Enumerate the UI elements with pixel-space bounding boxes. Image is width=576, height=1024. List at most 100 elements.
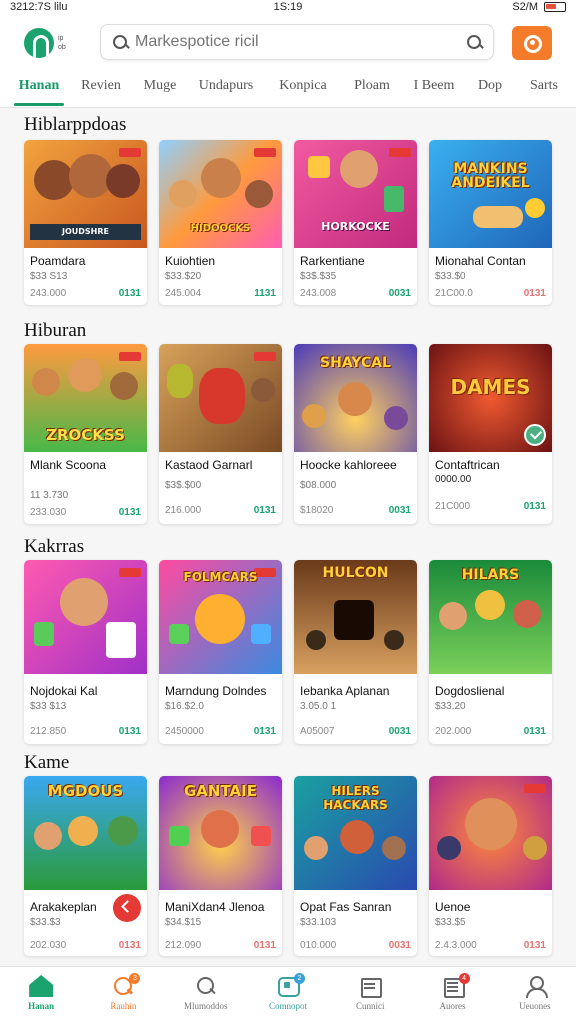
nav-label: Auores: [439, 1001, 466, 1011]
product-price: $33.20: [435, 701, 466, 712]
search-icon: [194, 975, 218, 997]
nav-messages[interactable]: 3 Rauhin: [82, 967, 164, 1024]
product-name: Kuiohtien: [165, 254, 216, 268]
product-banner: SHAYCAL: [320, 355, 391, 371]
status-right-text: S2/M: [512, 1, 538, 13]
product-card[interactable]: MGDOUS Arakakeplan $33.$3 202.030 0131: [24, 776, 147, 956]
nav-store[interactable]: 2 Comnopot: [247, 967, 329, 1024]
notification-badge: 2: [293, 973, 305, 984]
tab-ploam[interactable]: Ploam: [340, 72, 404, 107]
product-image: JOUDSHRE: [24, 140, 147, 248]
nav-label: Cunnici: [356, 1001, 385, 1011]
tab-revien[interactable]: Revien: [68, 72, 134, 107]
product-sub: 233.030: [30, 507, 67, 518]
product-name: ManiXdan4 Jlenoa: [165, 900, 265, 914]
product-tag: [119, 148, 141, 157]
product-card[interactable]: ZROCKSS Mlank Scoona 11 3.730 233.030 013…: [24, 344, 147, 524]
product-banner: HULCON: [322, 565, 389, 581]
product-card[interactable]: JOUDSHRE Poamdara $33 S13 243.000 0131: [24, 140, 147, 305]
product-meta: $18020 0031: [294, 491, 417, 522]
product-image: MANKINS ANDEIKEL: [429, 140, 552, 248]
product-card[interactable]: HIDOOCKS Kuiohtien $33.$20 245.004 1131: [159, 140, 282, 305]
product-tag: [119, 352, 141, 361]
product-card[interactable]: Uenoe $33.$5 2.4.3.000 0131: [429, 776, 552, 956]
product-banner: HORKOCKE: [321, 220, 390, 233]
header: ip ob: [0, 14, 576, 72]
product-card[interactable]: HILERS HACKARS Opat Fas Sanran $33.103 0…: [294, 776, 417, 956]
product-sub: 245.004: [165, 288, 202, 299]
search-icon: [111, 33, 129, 51]
scan-button[interactable]: [512, 26, 552, 60]
tab-undapurs[interactable]: Undapurs: [186, 72, 266, 107]
product-tag: [524, 784, 546, 793]
product-card[interactable]: FOLMCARS Marndung Dolndes $16.$2.0 24500…: [159, 560, 282, 744]
product-price: $33.$0: [435, 271, 466, 282]
product-grid: MGDOUS Arakakeplan $33.$3 202.030 0131 GA…: [24, 776, 552, 956]
nav-label: Ueuones: [519, 1001, 551, 1011]
product-card[interactable]: Nojdokai Kal $33 $13 212.850 0131: [24, 560, 147, 744]
product-meta: 212.850 0131: [24, 712, 147, 743]
logo-text: ip ob: [58, 35, 66, 51]
product-banner: JOUDSHRE: [30, 224, 141, 240]
tab-sarts[interactable]: Sarts: [516, 72, 572, 107]
product-card[interactable]: Kastaod Garnarl $3$.$00 216.000 0131: [159, 344, 282, 524]
product-image: HULCON: [294, 560, 417, 674]
product-card[interactable]: DAMES Contaftrican 0000.00 21C000 0131: [429, 344, 552, 524]
product-name: Mionahal Contan: [435, 254, 526, 268]
product-name: Nojdokai Kal: [30, 684, 98, 698]
product-banner: HILARS: [461, 567, 520, 583]
app-logo[interactable]: [24, 28, 54, 58]
product-name: Rarkentiane: [300, 254, 365, 268]
product-sub: 2450000: [165, 726, 204, 737]
product-deal: 0131: [253, 726, 276, 737]
product-image: [429, 776, 552, 890]
product-card[interactable]: HILARS Dogdoslienal $33.20 202.000 0131: [429, 560, 552, 744]
product-name: Opat Fas Sanran: [300, 900, 392, 914]
product-meta: 212.090 0131: [159, 928, 282, 956]
cart-icon[interactable]: [113, 894, 141, 922]
product-name: Uenoe: [435, 900, 471, 914]
product-image: SHAYCAL: [294, 344, 417, 452]
product-card[interactable]: GANTAIE ManiXdan4 Jlenoa $34.$15 212.090…: [159, 776, 282, 956]
nav-calendar[interactable]: Cunnici: [329, 967, 411, 1024]
tab-i-beem[interactable]: I Beem: [404, 72, 464, 107]
product-sub: 21C00.0: [435, 288, 473, 299]
tab-hanan[interactable]: Hanan: [10, 72, 68, 107]
search-submit-icon[interactable]: [465, 33, 483, 51]
search-input[interactable]: [135, 33, 465, 51]
product-price: $33 S13: [30, 271, 68, 282]
product-image: MGDOUS: [24, 776, 147, 890]
product-sub: 212.850: [30, 726, 67, 737]
calendar-icon: [358, 975, 383, 998]
product-card[interactable]: MANKINS ANDEIKEL Mionahal Contan $33.$0 …: [429, 140, 552, 305]
tab-muge[interactable]: Muge: [134, 72, 186, 107]
product-banner: FOLMCARS: [183, 570, 258, 584]
product-price: $33.103: [300, 917, 337, 928]
product-meta: 233.030 0131: [24, 501, 147, 524]
product-meta: 202.030 0131: [24, 928, 147, 956]
product-meta: 243.008 0031: [294, 282, 417, 305]
status-left: 3212:7S lilu: [10, 1, 68, 13]
product-card[interactable]: HULCON Iebanka Aplanan 3.05.0 1 A05007 00…: [294, 560, 417, 744]
product-sub: 21C000: [435, 501, 471, 512]
product-image: FOLMCARS: [159, 560, 282, 674]
product-name: Mlank Scoona: [30, 458, 107, 472]
product-sub: 243.000: [30, 288, 67, 299]
product-banner: GANTAIE: [184, 782, 257, 800]
tab-dop[interactable]: Dop: [464, 72, 516, 107]
product-tag: [389, 148, 411, 157]
nav-orders[interactable]: 4 Auores: [411, 967, 493, 1024]
nav-profile[interactable]: Ueuones: [494, 967, 576, 1024]
product-meta: 21C00.0 0131: [429, 282, 552, 305]
section-title: Hiburan: [24, 320, 87, 341]
section-title: Kakrras: [24, 536, 85, 557]
nav-home[interactable]: Hanan: [0, 967, 82, 1024]
product-meta: 010.000 0031: [294, 928, 417, 956]
product-price: 11 3.730: [30, 490, 69, 501]
search-bar[interactable]: [100, 24, 494, 60]
product-card[interactable]: SHAYCAL Hoocke kahloreee $08.000 $18020 0…: [294, 344, 417, 524]
tab-konpica[interactable]: Konpica: [266, 72, 340, 107]
nav-search[interactable]: Mlumoddos: [165, 967, 247, 1024]
product-card[interactable]: HORKOCKE Rarkentiane $3$.$35 243.008 0031: [294, 140, 417, 305]
product-image: ZROCKSS: [24, 344, 147, 452]
